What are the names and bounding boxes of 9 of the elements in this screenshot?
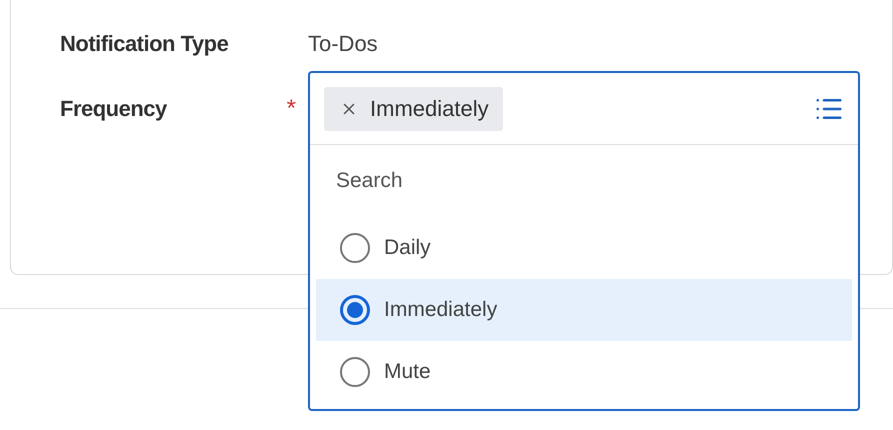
- required-marker: *: [286, 94, 296, 122]
- option-item[interactable]: Immediately: [316, 279, 852, 341]
- selected-chip[interactable]: Immediately: [324, 86, 503, 130]
- field-label: Frequency: [60, 96, 167, 122]
- radio-button[interactable]: [340, 295, 370, 325]
- field-label: Notification Type: [60, 31, 228, 57]
- field-value: To-Dos: [308, 31, 378, 57]
- radio-button[interactable]: [340, 233, 370, 263]
- radio-button[interactable]: [340, 357, 370, 387]
